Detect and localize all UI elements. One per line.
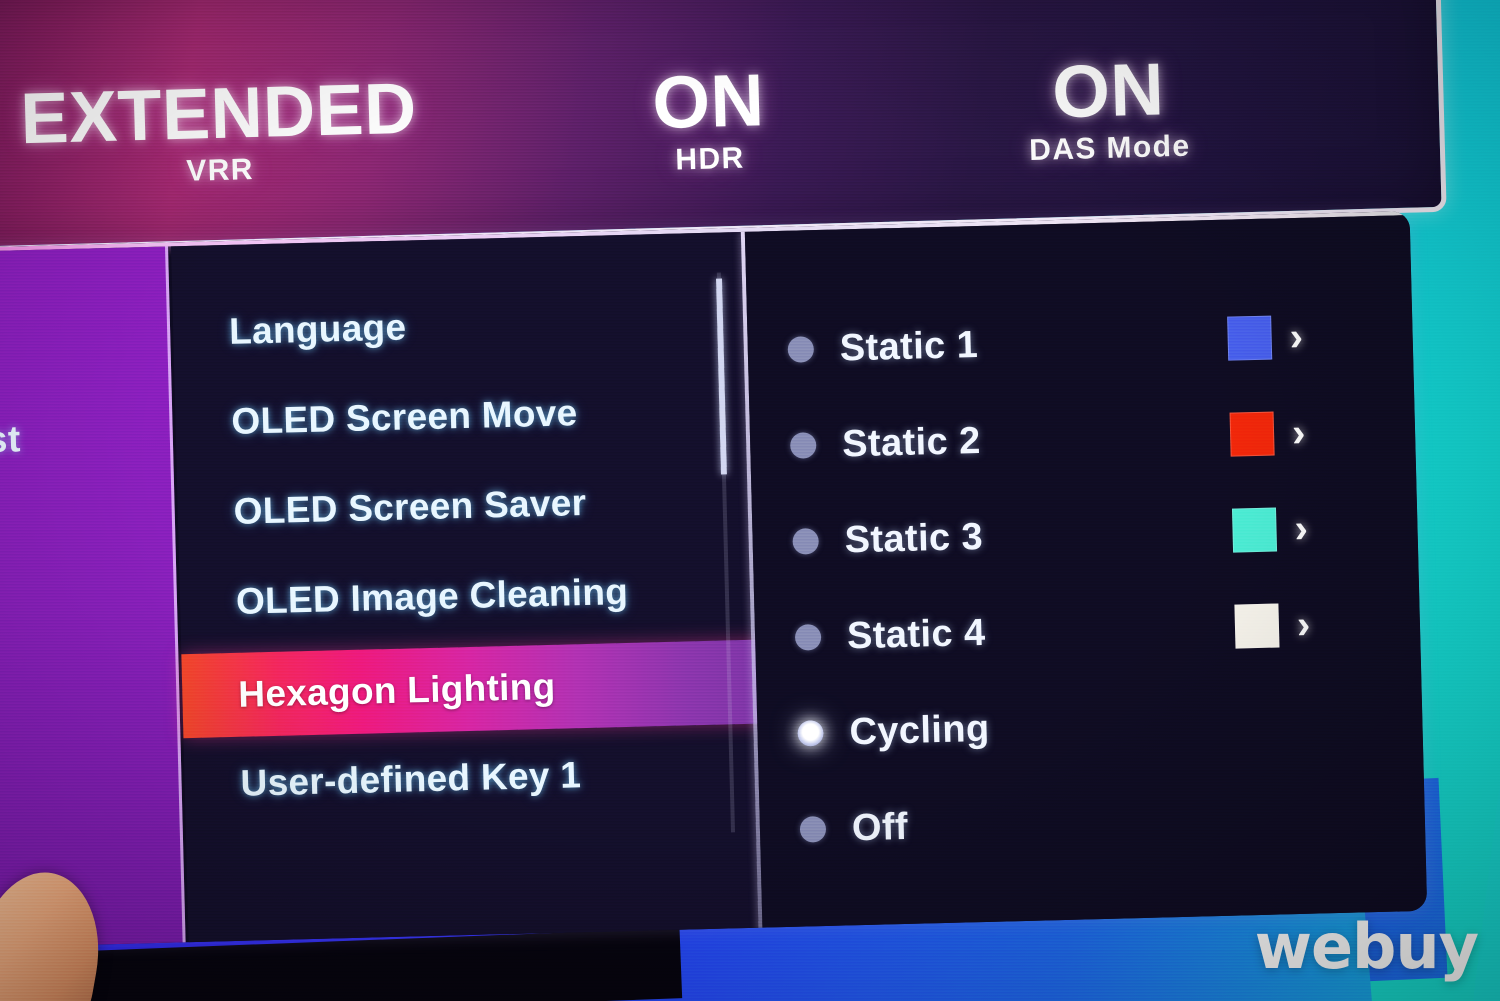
status-item-hdr: ON HDR	[488, 58, 931, 183]
hexagon-lighting-options: Static 1 › Static 2 › Static 3 › Static …	[744, 215, 1428, 932]
radio-icon[interactable]	[787, 336, 815, 363]
menu-item-language[interactable]: Language	[172, 280, 744, 372]
color-swatch[interactable]	[1231, 507, 1278, 553]
menu-item-oled-image-cleaning[interactable]: OLED Image Cleaning	[179, 550, 751, 642]
status-label-hdr: HDR	[674, 141, 746, 177]
option-label: Static 4	[846, 611, 986, 657]
menu-item-oled-screen-saver[interactable]: OLED Screen Saver	[177, 460, 749, 552]
status-value-das-mode: ON	[1051, 47, 1166, 134]
color-swatch[interactable]	[1234, 603, 1280, 649]
color-swatch[interactable]	[1227, 315, 1273, 361]
monitor-osd-screenshot: EXTENDED VRR ON HDR ON DAS Mode st Langu…	[0, 0, 1500, 1001]
option-row-off[interactable]: Off	[759, 779, 1426, 866]
menu-item-label: OLED Screen Move	[230, 392, 579, 442]
menu-item-hexagon-lighting[interactable]: Hexagon Lighting	[181, 639, 784, 739]
chevron-right-icon[interactable]: ›	[1289, 315, 1303, 359]
option-row-static-1[interactable]: Static 1 ›	[747, 299, 1414, 386]
webuy-watermark: webuy	[1254, 910, 1479, 983]
osd-settings-list: Language OLED Screen Move OLED Screen Sa…	[171, 231, 784, 947]
menu-item-oled-screen-move[interactable]: OLED Screen Move	[174, 370, 746, 462]
option-label: Cycling	[848, 707, 991, 753]
menu-item-label: OLED Image Cleaning	[235, 570, 629, 622]
status-label-das-mode: DAS Mode	[1028, 129, 1191, 168]
radio-icon-selected[interactable]	[797, 720, 824, 747]
color-swatch[interactable]	[1229, 411, 1275, 457]
option-label: Static 1	[839, 323, 979, 369]
menu-item-label: User-defined Key 1	[240, 754, 582, 804]
radio-icon[interactable]	[794, 624, 822, 651]
menu-item-user-defined-key-1[interactable]: User-defined Key 1	[184, 732, 756, 824]
chevron-right-icon[interactable]: ›	[1294, 507, 1308, 551]
status-value-vrr: EXTENDED	[19, 68, 418, 160]
option-row-static-2[interactable]: Static 2 ›	[749, 395, 1416, 482]
status-item-vrr: EXTENDED VRR	[0, 68, 451, 195]
chevron-right-icon[interactable]: ›	[1296, 603, 1310, 647]
status-item-das-mode: ON DAS Mode	[887, 47, 1330, 172]
chevron-right-icon[interactable]: ›	[1292, 411, 1306, 455]
menu-item-label: OLED Screen Saver	[233, 481, 587, 532]
option-label: Static 2	[841, 419, 982, 465]
option-row-cycling[interactable]: Cycling	[757, 683, 1424, 770]
option-label: Static 3	[844, 515, 984, 561]
option-row-static-3[interactable]: Static 3 ›	[752, 491, 1419, 578]
osd-previous-level-label: st	[0, 418, 22, 461]
osd-previous-level-column[interactable]: st	[0, 246, 186, 950]
option-row-static-4[interactable]: Static 4 ›	[754, 587, 1421, 674]
menu-item-label: Language	[228, 306, 407, 352]
option-label: Off	[851, 805, 909, 849]
menu-item-label: Hexagon Lighting	[237, 665, 557, 715]
radio-icon[interactable]	[792, 528, 819, 555]
osd-menu-panel: st Language OLED Screen Move OLED Screen…	[0, 211, 1428, 950]
status-value-hdr: ON	[651, 58, 766, 145]
radio-icon[interactable]	[789, 432, 817, 459]
radio-icon[interactable]	[799, 815, 827, 843]
